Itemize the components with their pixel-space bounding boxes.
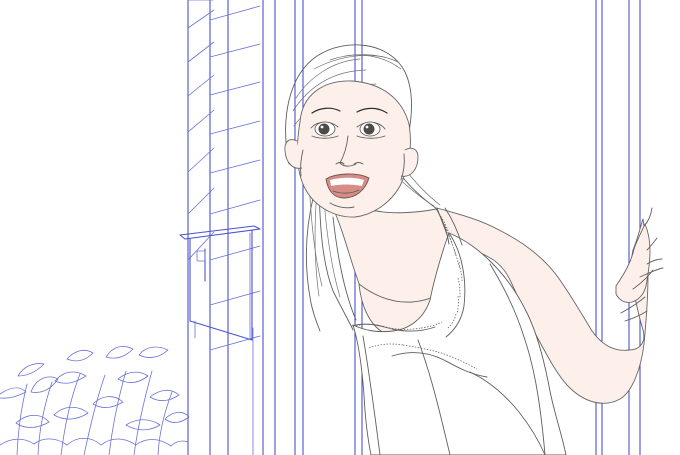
plant-sketch	[0, 346, 190, 455]
illustration-canvas	[0, 0, 680, 455]
face	[284, 80, 419, 218]
drawing-svg	[0, 0, 664, 455]
